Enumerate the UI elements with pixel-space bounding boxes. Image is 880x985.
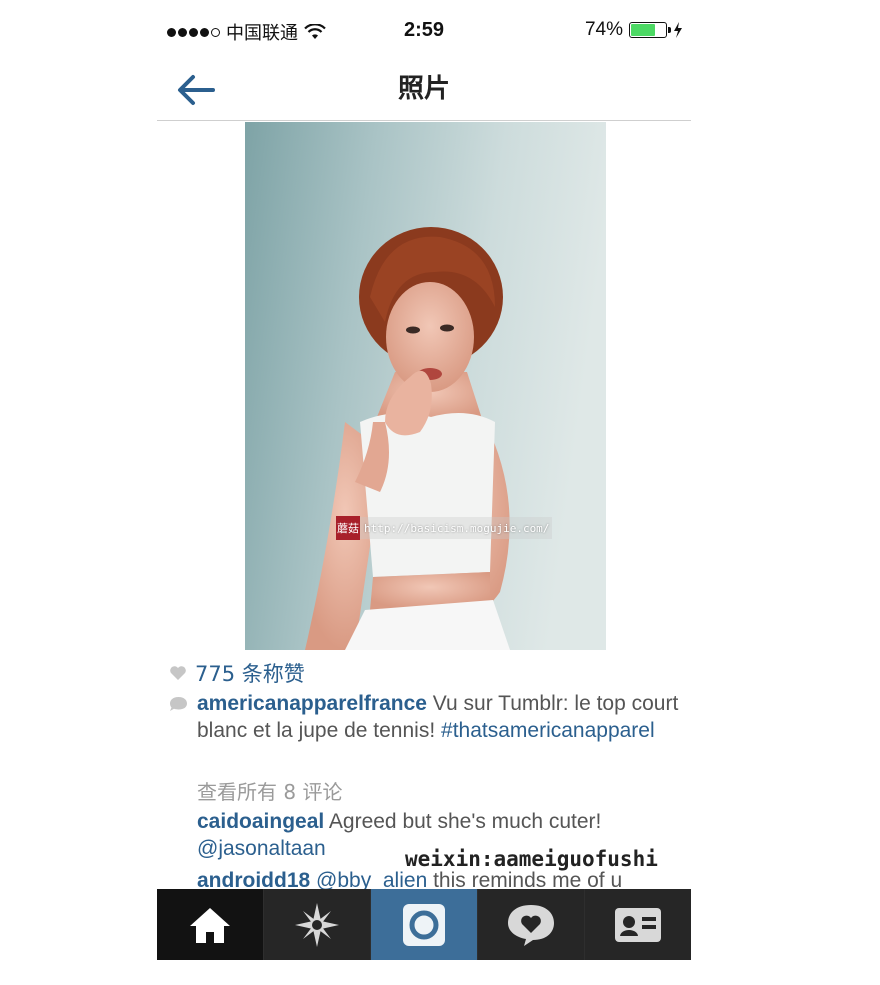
weixin-watermark: weixin:aameiguofushi xyxy=(405,847,658,871)
likes-count[interactable]: 775 条称赞 xyxy=(195,658,305,688)
caption-hashtag[interactable]: #thatsamericanapparel xyxy=(441,719,655,742)
activity-icon xyxy=(508,904,554,946)
photo-image xyxy=(245,122,606,650)
caption: americanapparelfrance Vu sur Tumblr: le … xyxy=(169,690,679,744)
comment-username[interactable]: caidoaingeal xyxy=(197,810,324,833)
charging-bolt-icon xyxy=(674,22,682,38)
view-all-comments-link[interactable]: 查看所有 8 评论 xyxy=(197,776,342,805)
photo-watermark: 蘑菇 http://basicism.mogujie.com/ xyxy=(336,516,552,540)
caption-username[interactable]: americanapparelfrance xyxy=(197,692,427,715)
comment-bubble-icon xyxy=(170,697,187,711)
watermark-seal: 蘑菇 xyxy=(336,516,360,540)
tab-bar xyxy=(157,889,691,960)
status-bar: 中国联通 2:59 74% xyxy=(157,0,691,60)
tab-activity[interactable] xyxy=(478,889,585,960)
comment-mention[interactable]: @jasonaltaan xyxy=(197,837,326,860)
tab-explore[interactable] xyxy=(264,889,371,960)
explore-icon xyxy=(295,902,339,947)
caption-text: americanapparelfrance Vu sur Tumblr: le … xyxy=(197,690,679,744)
navigation-bar: 照片 xyxy=(157,60,691,121)
battery-percent: 74% xyxy=(584,19,623,40)
battery-icon xyxy=(629,22,671,38)
tab-home[interactable] xyxy=(157,889,264,960)
home-icon xyxy=(190,907,230,943)
page-title: 照片 xyxy=(397,74,450,104)
tab-camera[interactable] xyxy=(371,889,478,960)
status-right: 74% xyxy=(585,19,683,41)
battery-fill xyxy=(631,24,655,36)
phone-screen: 中国联通 2:59 74% 照片 蘑菇 http://basicism.mogu… xyxy=(157,0,691,960)
profile-icon xyxy=(615,907,661,942)
watermark-url: http://basicism.mogujie.com/ xyxy=(364,521,550,535)
heart-icon xyxy=(170,666,186,680)
post-photo[interactable]: 蘑菇 http://basicism.mogujie.com/ xyxy=(245,122,606,650)
comment-text: Agreed but she's much cuter! xyxy=(324,810,602,833)
likes-row[interactable]: 775 条称赞 xyxy=(169,658,305,688)
tab-profile[interactable] xyxy=(585,889,691,960)
camera-icon xyxy=(403,903,445,946)
